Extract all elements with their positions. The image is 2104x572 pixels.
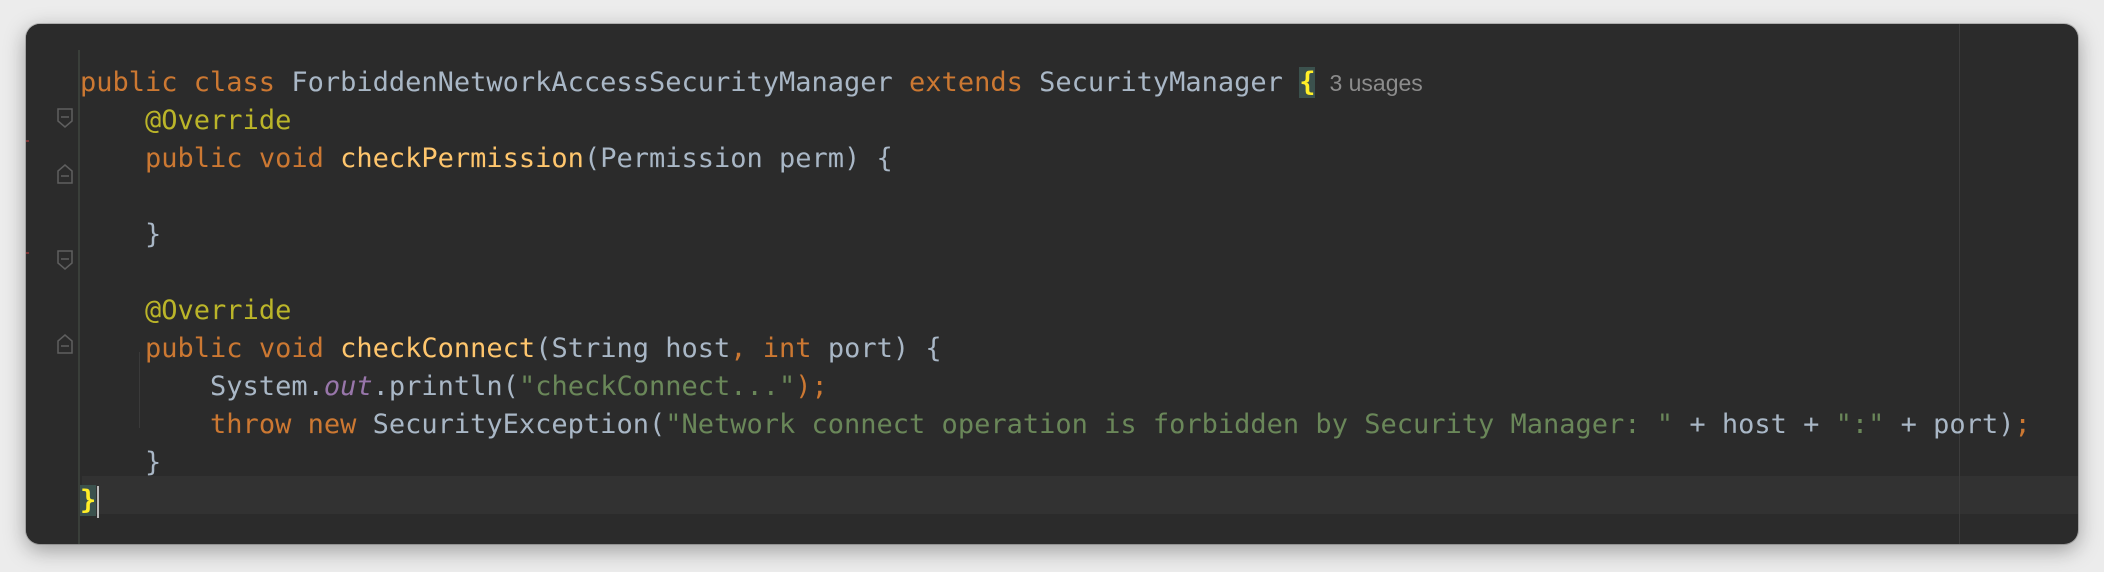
code-area[interactable]: public class ForbiddenNetworkAccessSecur… [80,64,2031,520]
editor-gutter [26,24,82,544]
code-line[interactable]: @Override [80,102,2031,140]
fold-close-icon[interactable] [57,164,73,184]
text-caret [97,485,100,518]
code-line[interactable]: public void checkConnect(String host, in… [80,330,2031,368]
code-token: int [762,333,828,364]
code-token: @Override [145,295,292,326]
code-line[interactable]: throw new SecurityException("Network con… [80,406,2031,444]
code-token: + host + [1673,409,1836,440]
fold-close-icon[interactable] [57,334,73,354]
code-token: port) { [827,333,942,364]
code-line[interactable]: public void checkPermission(Permission p… [80,140,2031,178]
code-token: public void [145,143,341,174]
code-token: } [80,447,162,478]
code-token: System. [80,371,324,402]
matched-brace: } [80,485,97,516]
code-editor-window: public class ForbiddenNetworkAccessSecur… [26,24,2078,544]
code-token: SecurityException( [372,409,666,440]
fold-open-icon[interactable] [57,250,73,270]
code-token: @Override [145,105,292,136]
code-token: ":" [1835,409,1885,440]
code-line[interactable]: public class ForbiddenNetworkAccessSecur… [80,64,2031,102]
code-token: (Permission perm) { [583,143,893,174]
code-token: + port) [1884,409,2015,440]
code-line[interactable] [80,178,2031,216]
code-token: checkConnect [340,333,536,364]
code-token: "checkConnect..." [518,371,796,402]
code-token: out [323,371,373,402]
code-token: ); [795,371,828,402]
code-token: ; [2014,409,2031,440]
gutter-change-marker [26,140,29,142]
code-line[interactable]: } [80,482,2031,520]
code-line[interactable]: @Override [80,292,2031,330]
code-token: extends [909,67,1040,98]
code-token: , [730,333,763,364]
fold-open-icon[interactable] [57,108,73,128]
code-line[interactable]: System.out.println("checkConnect..."); [80,368,2031,406]
code-token: checkPermission [340,143,584,174]
usages-inlay-hint[interactable]: 3 usages [1329,70,1422,96]
matched-brace: { [1299,67,1316,98]
code-line[interactable] [80,254,2031,292]
code-token: SecurityManager [1039,67,1300,98]
gutter-change-marker [26,252,29,254]
code-line[interactable]: } [80,216,2031,254]
code-line[interactable]: } [80,444,2031,482]
code-token: } [80,219,162,250]
code-token: public class [80,67,292,98]
code-token: ForbiddenNetworkAccessSecurityManager [291,67,910,98]
code-token: throw new [210,409,373,440]
code-token: (String host [535,333,731,364]
code-token: .println( [372,371,519,402]
code-token: "Network connect operation is forbidden … [665,409,1674,440]
code-token: public void [145,333,341,364]
